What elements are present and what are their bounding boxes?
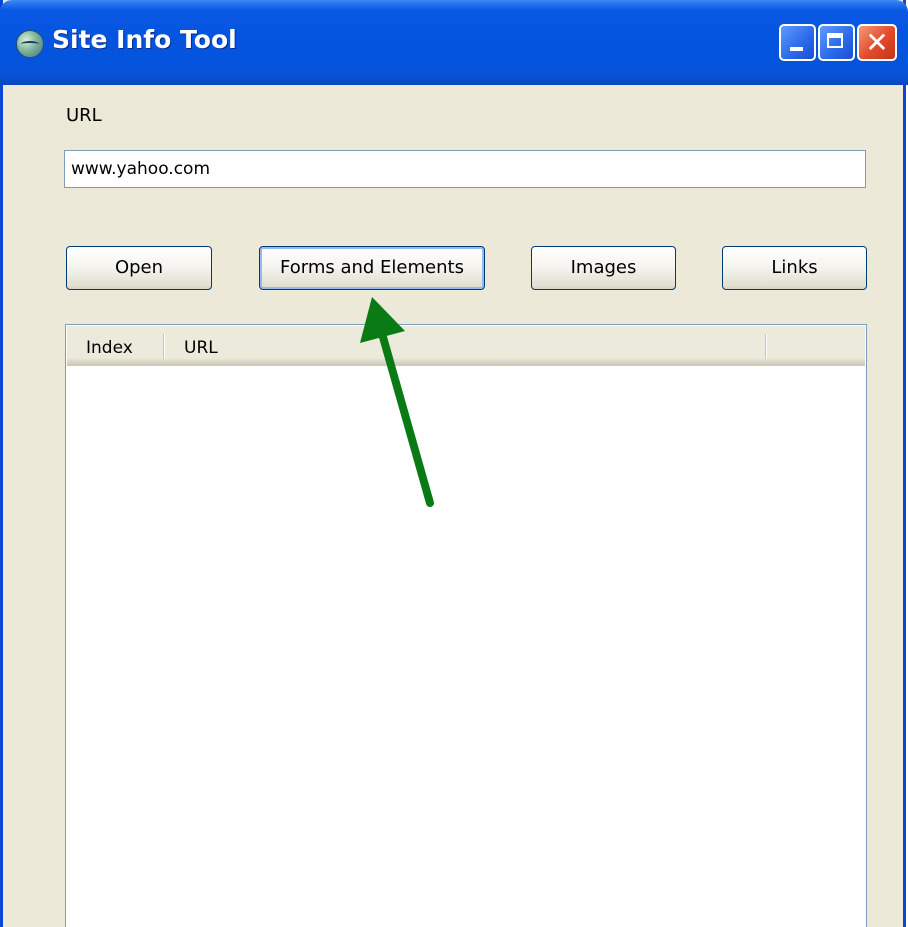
open-button[interactable]: Open bbox=[66, 246, 212, 290]
close-button[interactable]: ✕ bbox=[857, 24, 897, 61]
maximize-button[interactable] bbox=[818, 24, 855, 61]
column-header-index[interactable]: Index bbox=[86, 326, 133, 363]
globe-app-icon bbox=[16, 30, 44, 58]
title-bar[interactable]: Site Info Tool ✕ bbox=[0, 0, 908, 85]
site-info-tool-window: Site Info Tool ✕ URL Open Forms and Elem… bbox=[0, 0, 908, 927]
images-button[interactable]: Images bbox=[531, 246, 676, 290]
results-list-view[interactable]: Index URL bbox=[65, 324, 867, 927]
list-header: Index URL bbox=[67, 326, 865, 366]
url-label: URL bbox=[66, 105, 102, 126]
column-divider[interactable] bbox=[765, 334, 767, 359]
url-input[interactable] bbox=[64, 150, 866, 188]
minimize-button[interactable] bbox=[779, 24, 816, 61]
close-icon: ✕ bbox=[865, 26, 889, 59]
window-title: Site Info Tool bbox=[52, 25, 237, 54]
links-button[interactable]: Links bbox=[722, 246, 867, 290]
column-divider[interactable] bbox=[163, 334, 165, 359]
forms-and-elements-button[interactable]: Forms and Elements bbox=[259, 246, 485, 290]
column-header-url[interactable]: URL bbox=[184, 326, 218, 363]
